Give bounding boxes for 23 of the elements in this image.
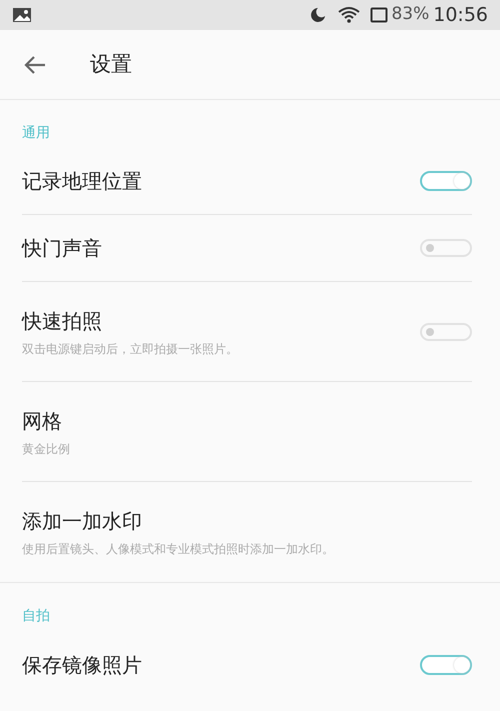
toggle-switch[interactable]: [420, 171, 472, 191]
toggle-switch[interactable]: [420, 239, 472, 257]
setting-label[interactable]: 添加一加水印: [22, 506, 472, 536]
clock-time: 10:56: [433, 2, 488, 28]
setting-label[interactable]: 快速拍照: [22, 306, 420, 336]
setting-description: 使用后置镜头、人像模式和专业模式拍照时添加一加水印。: [22, 541, 335, 558]
battery-percentage: 83%: [391, 3, 430, 26]
battery-icon: [370, 7, 388, 23]
page-title: 设置: [90, 50, 132, 78]
setting-label[interactable]: 网格: [22, 406, 472, 436]
toggle-switch[interactable]: [420, 322, 472, 340]
moon-icon: [310, 7, 326, 23]
back-icon: [24, 56, 46, 74]
setting-description: 黄金比例: [22, 440, 71, 458]
image-icon: [12, 7, 32, 23]
section-header: 自拍: [22, 607, 50, 626]
setting-label[interactable]: 记录地理位置: [22, 166, 420, 196]
section-header: 通用: [22, 124, 50, 143]
setting-description: 双击电源键启动后，立即拍摄一张照片。: [22, 340, 239, 358]
setting-label[interactable]: 保存镜像照片: [22, 650, 420, 680]
setting-label[interactable]: 快门声音: [22, 233, 420, 263]
wifi-icon: [338, 6, 360, 24]
toggle-switch[interactable]: [420, 654, 472, 674]
